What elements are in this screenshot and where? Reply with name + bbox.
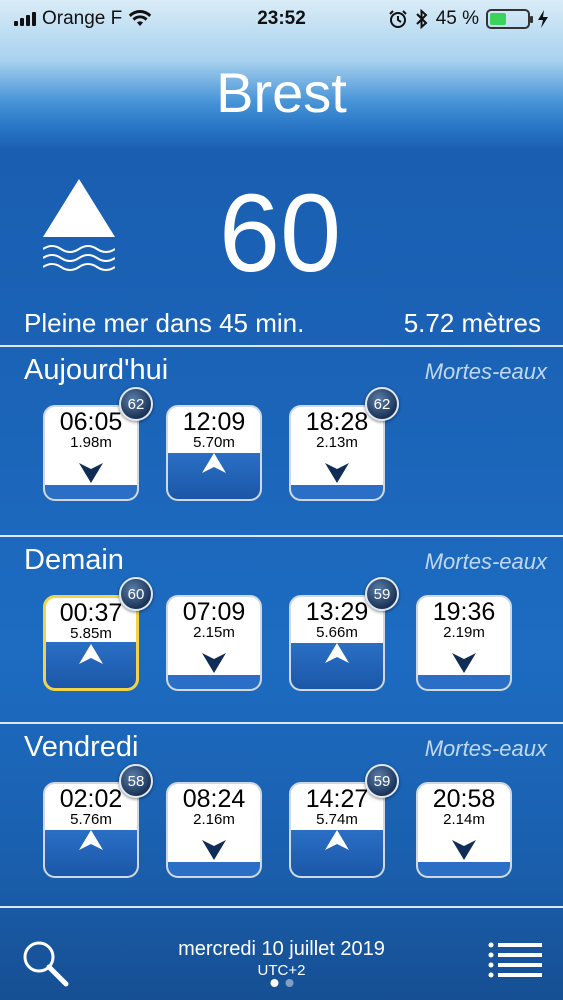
page-dot[interactable]	[285, 979, 293, 987]
water-level-fill	[418, 675, 510, 689]
charging-bolt-icon	[538, 10, 548, 28]
footer-date: mercredi 10 juillet 2019	[178, 938, 385, 960]
high-tide-card[interactable]: 02:02 5.76m	[43, 782, 139, 878]
section-divider	[0, 345, 563, 347]
battery-icon	[486, 9, 533, 29]
day-title: Vendredi	[24, 731, 139, 763]
alarm-icon	[388, 10, 407, 28]
page-dot[interactable]	[270, 979, 278, 987]
tide-height: 2.19m	[443, 624, 485, 641]
wifi-icon	[129, 10, 152, 26]
low-tide-arrow-icon	[452, 653, 476, 673]
high-tide-card[interactable]: 13:29 5.66m	[289, 595, 385, 691]
water-level-fill	[418, 862, 510, 876]
water-level-fill	[291, 485, 383, 499]
battery-level-fill	[490, 13, 507, 25]
high-tide-card[interactable]: 14:27 5.74m	[289, 782, 385, 878]
tide-period-label: Mortes-eaux	[424, 359, 547, 384]
tide-height: 2.16m	[193, 811, 235, 828]
coefficient-badge: 62	[365, 387, 399, 421]
tide-height: 5.70m	[193, 434, 235, 451]
carrier-name: Orange F	[42, 8, 123, 29]
tide-height: 5.66m	[316, 624, 358, 641]
low-tide-card[interactable]: 06:05 1.98m	[43, 405, 139, 501]
tide-height: 2.15m	[193, 624, 235, 641]
tide-time: 12:09	[182, 408, 246, 436]
low-tide-arrow-icon	[202, 653, 226, 673]
battery-percent: 45 %	[435, 8, 479, 29]
tide-period-label: Mortes-eaux	[424, 549, 547, 574]
coefficient-badge: 60	[119, 577, 153, 611]
high-tide-arrow-icon	[325, 830, 349, 850]
section-divider	[0, 535, 563, 537]
coefficient-badge: 58	[119, 764, 153, 798]
signal-icon	[14, 12, 36, 26]
coefficient-badge: 59	[365, 577, 399, 611]
status-right: 45 %	[388, 8, 549, 30]
tide-time: 08:24	[182, 785, 246, 813]
next-tide-countdown: Pleine mer dans 45 min.	[24, 308, 305, 338]
status-time: 23:52	[257, 8, 306, 29]
low-tide-arrow-icon	[452, 840, 476, 860]
status-bar: Orange F 23:52 45 %	[0, 0, 563, 38]
bluetooth-icon	[415, 9, 428, 29]
footer-timezone: UTC+2	[257, 962, 306, 979]
high-tide-arrow-icon	[79, 644, 103, 664]
high-tide-card[interactable]: 12:09 5.70m	[166, 405, 262, 501]
rising-tide-icon	[43, 179, 115, 271]
tide-time: 07:09	[182, 598, 246, 626]
low-tide-card[interactable]: 07:09 2.15m	[166, 595, 262, 691]
high-tide-card[interactable]: 00:37 5.85m	[43, 595, 139, 691]
high-tide-arrow-icon	[202, 453, 226, 473]
day-title: Aujourd'hui	[24, 354, 169, 386]
low-tide-arrow-icon	[202, 840, 226, 860]
water-level-fill	[45, 485, 137, 499]
tide-height: 5.74m	[316, 811, 358, 828]
low-tide-arrow-icon	[325, 463, 349, 483]
low-tide-arrow-icon	[79, 463, 103, 483]
city-title[interactable]: Brest	[0, 60, 563, 125]
tide-time: 20:58	[432, 785, 496, 813]
low-tide-card[interactable]: 08:24 2.16m	[166, 782, 262, 878]
current-coefficient: 60	[218, 172, 342, 295]
tide-period-label: Mortes-eaux	[424, 736, 547, 761]
status-left: Orange F	[14, 8, 152, 30]
low-tide-card[interactable]: 20:58 2.14m	[416, 782, 512, 878]
tide-height: 2.13m	[316, 434, 358, 451]
tide-height: 1.98m	[70, 434, 112, 451]
section-divider	[0, 722, 563, 724]
water-level-fill	[168, 862, 260, 876]
tide-time: 19:36	[432, 598, 496, 626]
low-tide-card[interactable]: 19:36 2.19m	[416, 595, 512, 691]
low-tide-card[interactable]: 18:28 2.13m	[289, 405, 385, 501]
page-indicator[interactable]	[270, 979, 293, 987]
menu-button[interactable]	[488, 942, 542, 983]
coefficient-badge: 62	[119, 387, 153, 421]
next-tide-height: 5.72 mètres	[403, 308, 541, 338]
tide-height: 5.76m	[70, 811, 112, 828]
water-level-fill	[168, 675, 260, 689]
tide-height: 2.14m	[443, 811, 485, 828]
high-tide-arrow-icon	[325, 643, 349, 663]
tide-height: 5.85m	[70, 625, 112, 642]
day-title: Demain	[24, 544, 124, 576]
high-tide-arrow-icon	[79, 830, 103, 850]
coefficient-badge: 59	[365, 764, 399, 798]
list-menu-icon	[488, 942, 542, 978]
